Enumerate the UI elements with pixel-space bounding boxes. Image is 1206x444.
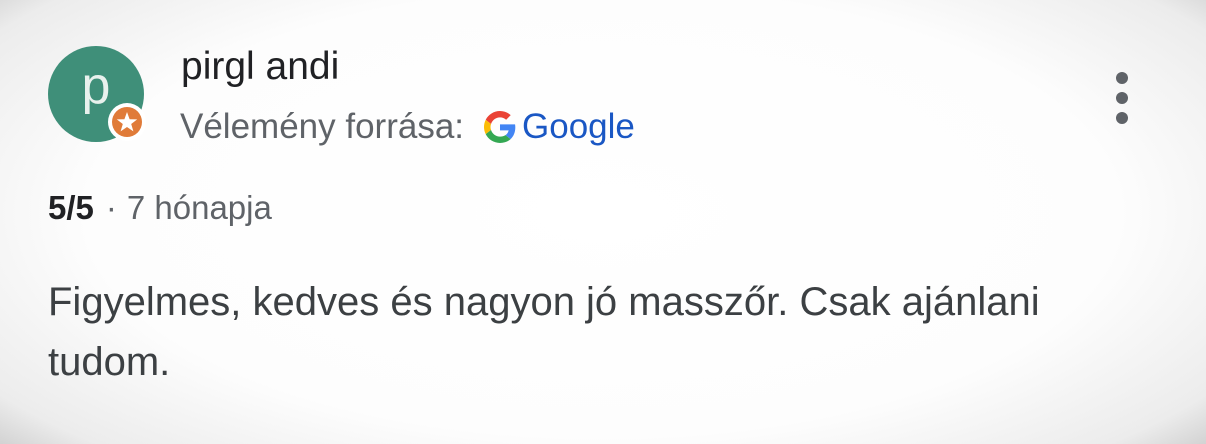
review-card: p pirgl andi Vélemény forrása: Google 5/… [0, 0, 1206, 444]
local-guide-star-icon [108, 103, 146, 141]
more-options-button[interactable] [1105, 68, 1139, 128]
source-label: Vélemény forrása: [180, 107, 465, 146]
review-age: 7 hónapja [126, 189, 272, 226]
more-vertical-icon [1116, 72, 1128, 84]
google-provider-name[interactable]: Google [522, 105, 635, 149]
review-source: Vélemény forrása: Google [180, 105, 635, 149]
more-vertical-icon [1116, 112, 1128, 124]
rating-score: 5/5 [48, 189, 94, 226]
author-name[interactable]: pirgl andi [181, 44, 339, 90]
review-text: Figyelmes, kedves és nagyon jó masszőr. … [48, 280, 1040, 384]
more-vertical-icon [1116, 92, 1128, 104]
review-meta: 5/5 · 7 hónapja [48, 189, 272, 227]
google-g-icon [484, 111, 516, 143]
meta-separator: · [105, 189, 117, 226]
